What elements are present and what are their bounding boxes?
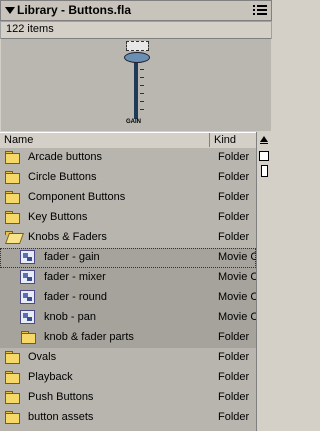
item-kind: Folder xyxy=(218,331,250,343)
item-kind: Movie Clip xyxy=(218,271,256,283)
folder-icon xyxy=(4,390,20,404)
list-item[interactable]: knob - pan Movie Clip xyxy=(0,308,256,328)
item-kind: Folder xyxy=(218,191,250,203)
item-name: button assets xyxy=(28,411,94,423)
folder-icon xyxy=(4,410,20,424)
fader-tick xyxy=(140,109,144,110)
list-item[interactable]: button assets Folder xyxy=(0,408,256,428)
fader-preview: GAIN xyxy=(124,39,150,129)
movie-clip-icon xyxy=(20,310,35,324)
sort-order-icon-base xyxy=(260,143,268,144)
list-item[interactable]: fader - round Movie Clip xyxy=(0,288,256,308)
item-name: knob - pan xyxy=(44,311,96,323)
side-toolbar xyxy=(256,132,272,431)
list-item[interactable]: knob & fader parts Folder xyxy=(0,328,256,348)
item-kind: Folder xyxy=(218,171,250,183)
list-item[interactable]: Circle Buttons Folder xyxy=(0,168,256,188)
folder-icon xyxy=(4,190,20,204)
narrow-state-icon[interactable] xyxy=(261,165,268,177)
item-name: Knobs & Faders xyxy=(28,231,107,243)
item-kind: Movie Clip xyxy=(218,291,256,303)
panel-header[interactable]: Library - Buttons.fla xyxy=(0,0,272,21)
folder-icon xyxy=(20,330,36,344)
panel-title: Library - Buttons.fla xyxy=(17,3,132,17)
folder-icon xyxy=(4,370,20,384)
column-header-name[interactable]: Name xyxy=(0,133,210,147)
folder-icon xyxy=(4,170,20,184)
sort-order-icon[interactable] xyxy=(260,136,268,142)
list-item[interactable]: Component Buttons Folder xyxy=(0,188,256,208)
library-panel: Library - Buttons.fla 122 items GAIN Nam… xyxy=(0,0,272,431)
list-item[interactable]: fader - mixer Movie Clip xyxy=(0,268,256,288)
fader-tick xyxy=(140,85,144,86)
item-kind: Movie Clip xyxy=(218,311,256,323)
item-name: Key Buttons xyxy=(28,211,88,223)
item-name: Circle Buttons xyxy=(28,171,97,183)
list-item[interactable]: Knobs & Faders Folder xyxy=(0,228,256,248)
item-kind: Folder xyxy=(218,411,250,423)
fader-tick xyxy=(140,101,144,102)
movie-clip-icon xyxy=(20,270,35,284)
fader-knob xyxy=(124,52,150,63)
item-name: fader - mixer xyxy=(44,271,106,283)
column-header-row: Name Kind xyxy=(0,132,256,149)
selection-box xyxy=(126,41,149,51)
item-kind: Folder xyxy=(218,391,250,403)
item-kind: Folder xyxy=(218,231,250,243)
preview-pane: GAIN xyxy=(1,38,271,131)
item-kind: Folder xyxy=(218,151,250,163)
library-item-list: Arcade buttons Folder Circle Buttons Fol… xyxy=(0,148,256,431)
item-kind: Movie Clip xyxy=(218,251,256,263)
preview-label: GAIN xyxy=(126,119,141,125)
item-name: Playback xyxy=(28,371,73,383)
folder-icon xyxy=(4,210,20,224)
fader-tick xyxy=(140,77,144,78)
collapse-arrow-icon[interactable] xyxy=(5,7,15,14)
item-name: Push Buttons xyxy=(28,391,94,403)
item-count-bar: 122 items xyxy=(0,21,272,39)
item-kind: Folder xyxy=(218,211,250,223)
item-kind: Folder xyxy=(218,351,250,363)
movie-clip-icon xyxy=(20,250,35,264)
options-menu-icon[interactable] xyxy=(253,4,267,16)
column-header-kind[interactable]: Kind xyxy=(210,133,256,147)
list-item[interactable]: Push Buttons Folder xyxy=(0,388,256,408)
movie-clip-icon xyxy=(20,290,35,304)
item-name: Ovals xyxy=(28,351,57,363)
folder-icon xyxy=(4,350,20,364)
item-name: Arcade buttons xyxy=(28,151,102,163)
open-folder-icon xyxy=(4,230,25,244)
item-name: fader - gain xyxy=(44,251,100,263)
item-count: 122 items xyxy=(6,23,54,35)
list-item[interactable]: Arcade buttons Folder xyxy=(0,148,256,168)
item-kind: Folder xyxy=(218,371,250,383)
item-name: knob & fader parts xyxy=(44,331,134,343)
item-name: Component Buttons xyxy=(28,191,126,203)
list-item[interactable]: Ovals Folder xyxy=(0,348,256,368)
fader-tick xyxy=(140,69,144,70)
list-item[interactable]: Key Buttons Folder xyxy=(0,208,256,228)
item-name: fader - round xyxy=(44,291,107,303)
wide-state-icon[interactable] xyxy=(259,151,269,161)
list-item[interactable]: fader - gain Movie Clip xyxy=(0,248,256,268)
folder-icon xyxy=(4,150,20,164)
fader-tick xyxy=(140,93,144,94)
list-item[interactable]: Playback Folder xyxy=(0,368,256,388)
